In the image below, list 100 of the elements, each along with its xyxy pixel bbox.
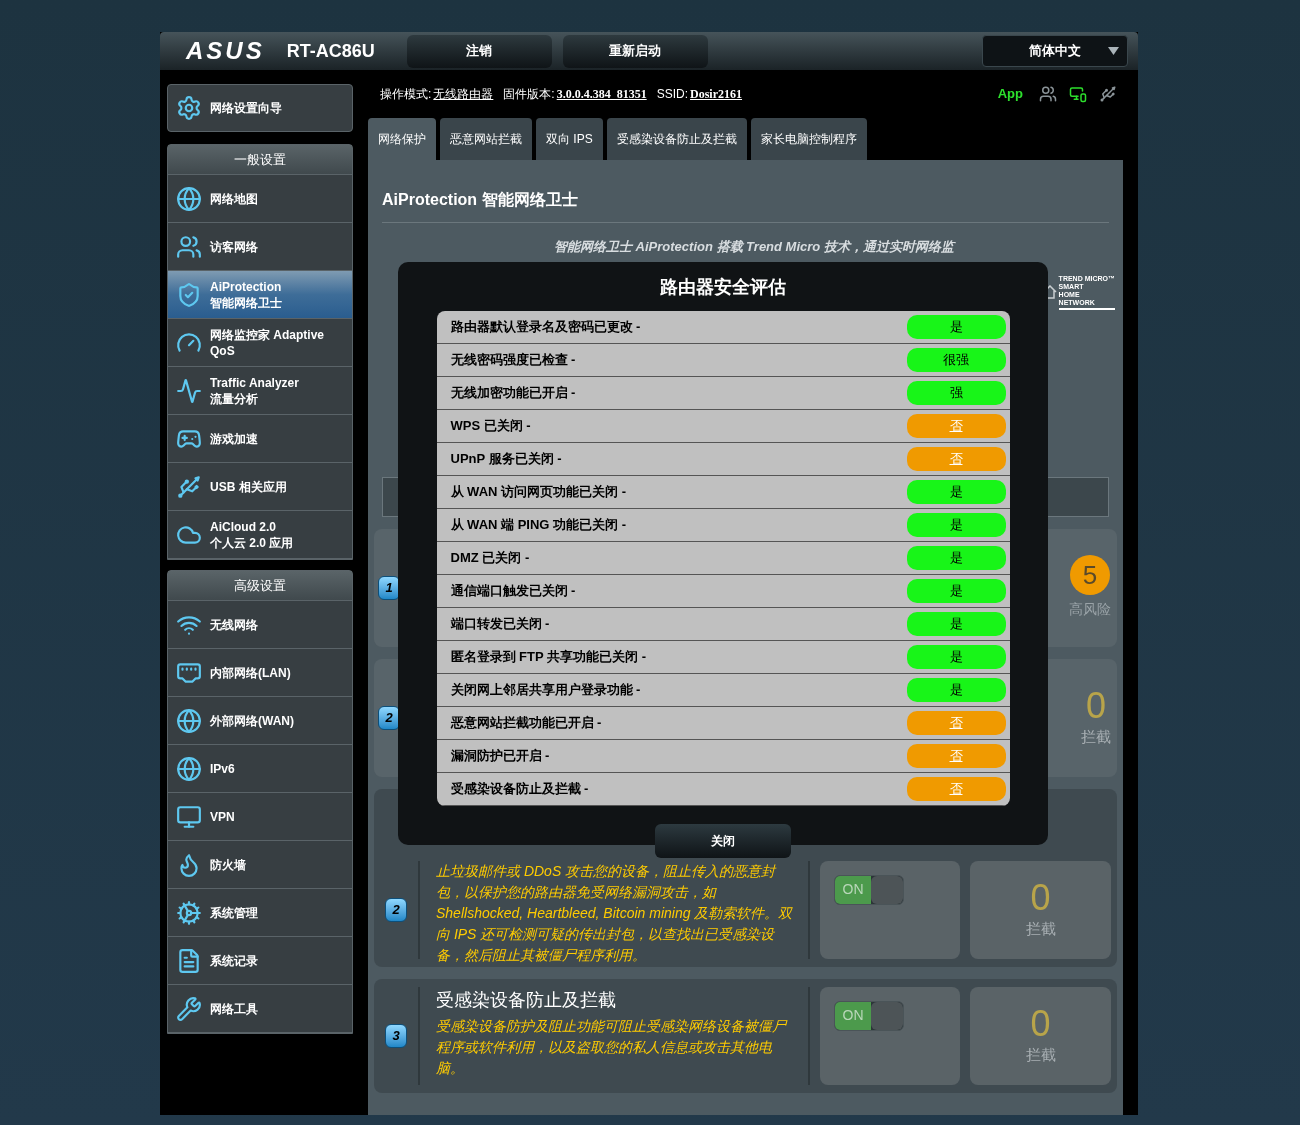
blocked-count: 0 bbox=[1030, 1004, 1051, 1045]
monitor-icon bbox=[176, 803, 202, 830]
check-label: 漏洞防护已开启 - bbox=[450, 747, 550, 766]
menu-item[interactable]: USB 相关应用 bbox=[168, 463, 352, 511]
check-label: 从 WAN 端 PING 功能已关闭 - bbox=[450, 516, 626, 535]
status-link[interactable]: Dosir2161 bbox=[690, 85, 743, 103]
check-label: 通信端口触发已关闭 - bbox=[450, 582, 576, 601]
feature-title: 受感染设备防止及拦截 bbox=[436, 988, 617, 1012]
usb-icon bbox=[176, 473, 202, 500]
globe-icon bbox=[176, 707, 202, 734]
step-badge: 2 bbox=[385, 897, 407, 922]
blocked-count: 0 bbox=[1086, 686, 1106, 727]
blocked-label: 拦截 bbox=[1081, 727, 1111, 748]
check-label: 端口转发已关闭 - bbox=[450, 615, 550, 634]
menu-item[interactable]: IPv6 bbox=[168, 745, 352, 793]
blocked-count: 0 bbox=[1030, 878, 1051, 919]
tab[interactable]: 双向 IPS bbox=[536, 118, 603, 160]
menu-item[interactable]: AiProtection 智能网络卫士 bbox=[168, 271, 352, 319]
check-result: 是 bbox=[906, 645, 1006, 669]
menu-item[interactable]: 系统记录 bbox=[168, 937, 352, 985]
check-label: UPnP 服务已关闭 - bbox=[450, 450, 562, 469]
step-badge: 2 bbox=[378, 705, 400, 730]
status-label: 操作模式: bbox=[380, 86, 432, 103]
check-label: WPS 已关闭 - bbox=[450, 417, 531, 436]
setup-wizard-button[interactable]: 网络设置向导 bbox=[167, 84, 353, 132]
menu-item[interactable]: 无线网络 bbox=[168, 601, 352, 649]
check-result: 否 bbox=[906, 447, 1006, 471]
menu-item[interactable]: 外部网络(WAN) bbox=[168, 697, 352, 745]
check-label: 从 WAN 访问网页功能已关闭 - bbox=[450, 483, 626, 502]
step-badge: 3 bbox=[385, 1023, 407, 1048]
users-icon[interactable] bbox=[1039, 85, 1057, 103]
blocked-label: 拦截 bbox=[1025, 1045, 1056, 1066]
tab[interactable]: 受感染设备防止及拦截 bbox=[606, 118, 747, 160]
status-label: 固件版本: bbox=[503, 86, 555, 103]
step-badge: 1 bbox=[378, 575, 400, 600]
globe-icon bbox=[176, 755, 202, 782]
menu-group-title: 一般设置 bbox=[168, 145, 352, 175]
monitor-icon[interactable] bbox=[1069, 85, 1087, 103]
check-label: 路由器默认登录名及密码已更改 - bbox=[450, 318, 641, 337]
check-label: DMZ 已关闭 - bbox=[450, 549, 530, 568]
risk-label: 高风险 bbox=[1069, 600, 1111, 619]
settings-icon bbox=[176, 95, 202, 121]
app-link[interactable]: App bbox=[997, 84, 1023, 104]
blocked-label: 拦截 bbox=[1025, 919, 1056, 940]
tab[interactable]: 网络保护 bbox=[368, 118, 436, 160]
menu-item[interactable]: 网络地图 bbox=[168, 175, 352, 223]
settings-icon bbox=[176, 899, 202, 926]
check-label: 无线加密功能已开启 - bbox=[450, 384, 576, 403]
menu-item[interactable]: Traffic Analyzer 流量分析 bbox=[168, 367, 352, 415]
check-result: 强 bbox=[906, 381, 1006, 405]
check-label: 恶意网站拦截功能已开启 - bbox=[450, 714, 602, 733]
feature-description: 止垃圾邮件或 DDoS 攻击您的设备，阻止传入的恶意封包，以保护您的路由器免受网络漏洞攻击，如 Shellshocked, Heartbleed, Bitcoin mining 及勒索软件。双向 IPS 还可检测可疑的传出封包，以查找出已受感染设备，然后阻止其被僵尸程序利用。 bbox=[436, 861, 794, 965]
users-icon bbox=[176, 233, 202, 260]
check-label: 关闭网上邻居共享用户登录功能 - bbox=[450, 681, 641, 700]
menu-item[interactable]: 游戏加速 bbox=[168, 415, 352, 463]
document-icon bbox=[176, 947, 202, 974]
status-link[interactable]: 无线路由器 bbox=[433, 85, 494, 103]
menu-item[interactable]: AiCloud 2.0 个人云 2.0 应用 bbox=[168, 511, 352, 559]
header-button[interactable]: 注销 bbox=[406, 34, 552, 68]
page-title: AiProtection 智能网络卫士 bbox=[382, 191, 578, 208]
tab[interactable]: 家长电脑控制程序 bbox=[750, 118, 867, 160]
menu-item[interactable]: 网络监控家 Adaptive QoS bbox=[168, 319, 352, 367]
check-result: 很强 bbox=[906, 348, 1006, 372]
check-result: 是 bbox=[906, 579, 1006, 603]
check-result: 是 bbox=[906, 480, 1006, 504]
menu-group-title: 高级设置 bbox=[168, 571, 352, 601]
check-label: 无线密码强度已检查 - bbox=[450, 351, 576, 370]
brand-logo: ASUS bbox=[186, 36, 265, 66]
wrench-icon bbox=[176, 995, 202, 1022]
menu-item[interactable]: VPN bbox=[168, 793, 352, 841]
model-name: RT-AC86U bbox=[286, 39, 375, 63]
menu-item[interactable]: 系统管理 bbox=[168, 889, 352, 937]
globe-icon bbox=[176, 185, 202, 212]
check-result: 是 bbox=[906, 315, 1006, 339]
check-result: 否 bbox=[906, 711, 1006, 735]
usb-icon[interactable] bbox=[1099, 85, 1117, 103]
close-button[interactable]: 关闭 bbox=[655, 824, 791, 858]
dialog-title: 路由器安全评估 bbox=[660, 276, 786, 299]
caret-icon bbox=[1108, 47, 1119, 55]
header-button[interactable]: 重新启动 bbox=[562, 34, 708, 68]
shield-icon bbox=[176, 281, 202, 308]
menu-item[interactable]: 防火墙 bbox=[168, 841, 352, 889]
check-label: 匿名登录到 FTP 共享功能已关闭 - bbox=[450, 648, 646, 667]
check-result: 是 bbox=[906, 612, 1006, 636]
check-label: 受感染设备防止及拦截 - bbox=[450, 780, 589, 799]
intro-text: 智能网络卫士 AiProtection 搭载 Trend Micro 技术，通过实时网络监 bbox=[554, 238, 957, 256]
tab[interactable]: 恶意网站拦截 bbox=[440, 118, 532, 160]
risk-count: 5 bbox=[1070, 555, 1110, 595]
status-label: SSID: bbox=[656, 86, 689, 103]
pulse-icon bbox=[176, 377, 202, 404]
menu-item[interactable]: 内部网络(LAN) bbox=[168, 649, 352, 697]
check-result: 是 bbox=[906, 513, 1006, 537]
check-result: 否 bbox=[906, 414, 1006, 438]
check-result: 是 bbox=[906, 546, 1006, 570]
feature-description: 受感染设备防护及阻止功能可阻止受感染网络设备被僵尸程序或软件利用，以及盗取您的私人信息或攻击其他电脑。 bbox=[436, 1016, 789, 1078]
menu-item[interactable]: 网络工具 bbox=[168, 985, 352, 1033]
check-result: 否 bbox=[906, 777, 1006, 801]
check-result: 否 bbox=[906, 744, 1006, 768]
language-select[interactable]: 简体中文 bbox=[982, 35, 1128, 67]
status-link[interactable]: 3.0.0.4.384_81351 bbox=[556, 85, 647, 103]
